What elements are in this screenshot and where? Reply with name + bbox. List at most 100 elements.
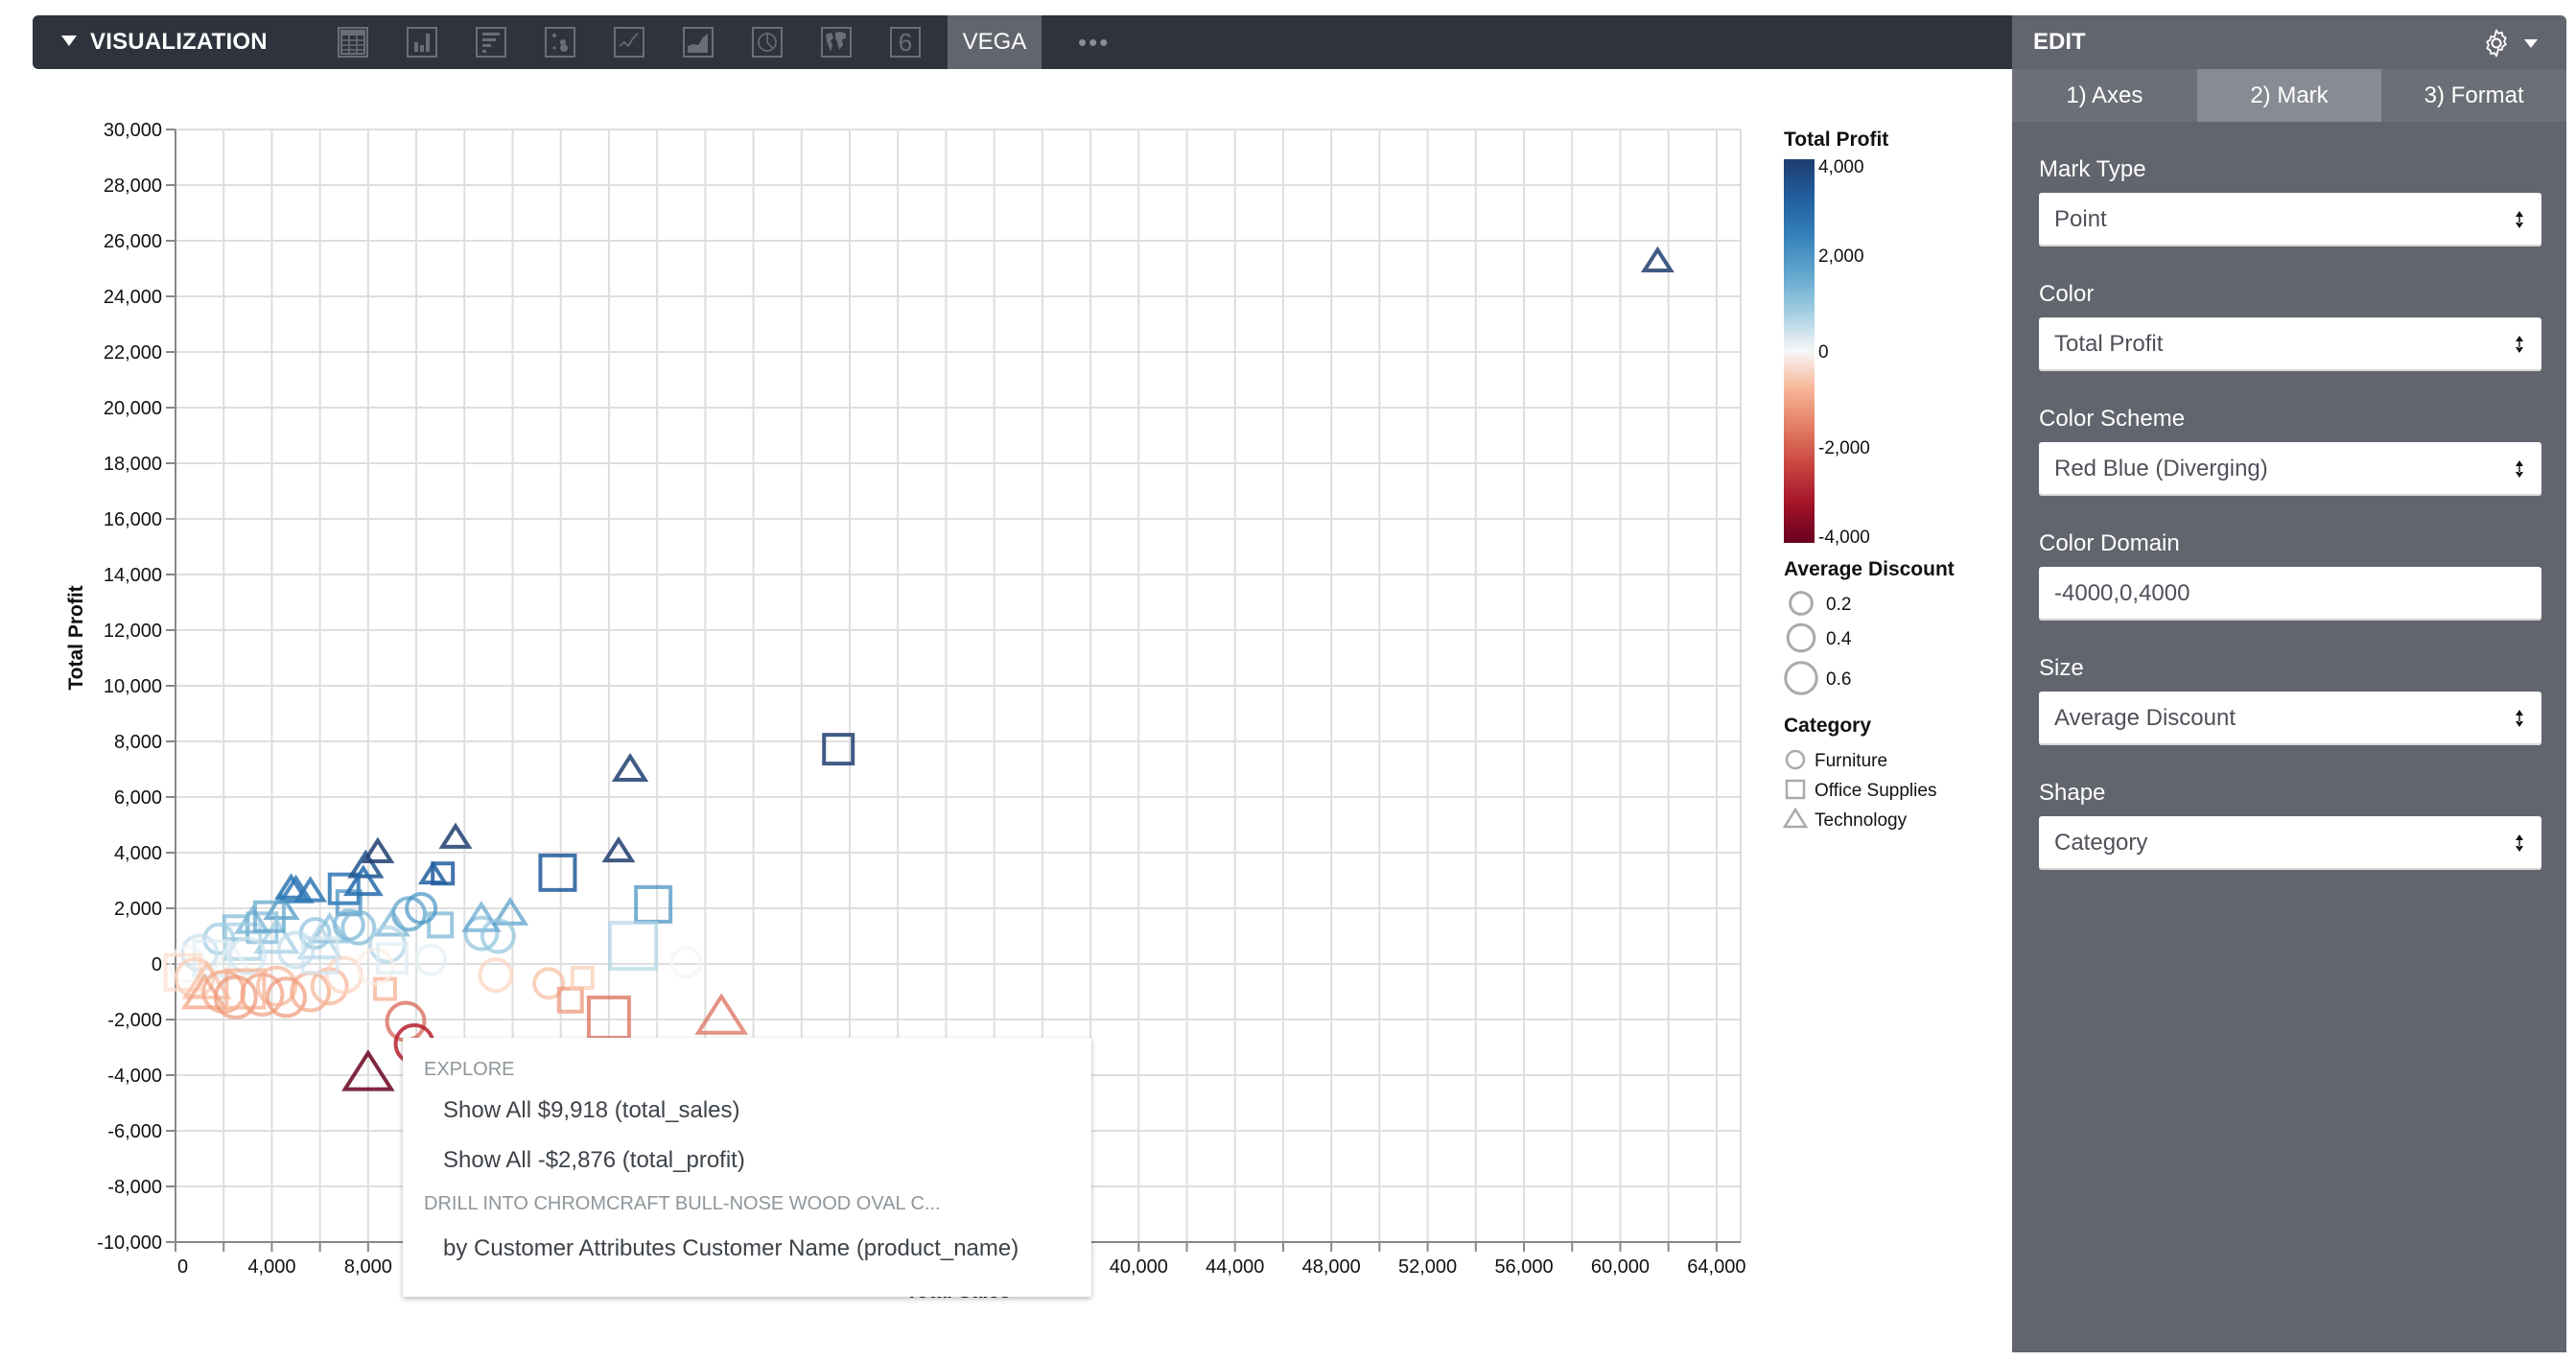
color-legend-title: Total Profit [1784,129,1888,151]
tab-vega[interactable]: VEGA [948,15,1042,69]
bar-chart-icon[interactable] [476,27,506,58]
color-domain-label: Color Domain [2039,530,2180,556]
x-tick-label: 64,000 [1687,1256,1745,1278]
shape-legend-label: Office Supplies [1815,781,1936,801]
size-legend-label: 0.4 [1826,629,1852,649]
data-point [538,853,577,892]
visualization-toolbar: VISUALIZATION 6 VEGA ••• [33,15,2012,69]
visualization-title: VISUALIZATION [90,29,268,55]
panel-title: EDIT [2033,29,2086,55]
area-chart-icon[interactable] [683,27,714,58]
mark-type-label: Mark Type [2039,156,2146,182]
color-scheme-select[interactable]: Red Blue (Diverging) [2039,442,2541,496]
data-point [385,1000,427,1043]
y-tick-label: 18,000 [104,454,162,475]
select-arrows-icon [2516,336,2523,353]
x-tick-label: 40,000 [1110,1256,1168,1278]
x-tick-label: 56,000 [1494,1256,1553,1278]
menu-item-drill-customer-name[interactable]: by Customer Attributes Customer Name (pr… [443,1235,1019,1262]
size-legend-label: 0.6 [1826,669,1851,690]
edit-panel: EDIT 1) Axes 2) Mark 3) Format Mark Type… [2012,15,2566,1352]
size-legend-label: 0.2 [1826,595,1851,615]
mark-type-select[interactable]: Point [2039,193,2541,246]
pie-chart-icon[interactable] [752,27,783,58]
select-arrows-icon [2516,460,2523,478]
size-legend-title: Average Discount [1784,558,1955,580]
y-tick-label: 8,000 [114,732,162,753]
color-field: Color Total Profit [2012,279,2566,371]
y-tick-label: 12,000 [104,621,162,642]
size-select[interactable]: Average Discount [2039,692,2541,745]
technology-triangle-icon [1782,807,1809,829]
x-tick-label: 52,000 [1398,1256,1457,1278]
data-point [570,966,595,990]
y-tick-label: 20,000 [104,398,162,419]
color-scheme-field: Color Scheme Red Blue (Diverging) [2012,404,2566,496]
table-icon[interactable] [338,27,368,58]
data-point [327,872,361,905]
data-point [265,976,307,1019]
menu-item-show-all-total-profit[interactable]: Show All -$2,876 (total_profit) [443,1147,745,1174]
y-tick-label: 0 [152,954,162,975]
y-tick-label: 6,000 [114,787,162,809]
y-tick-label: -6,000 [107,1121,162,1142]
color-legend-label: -4,000 [1818,528,1870,548]
collapse-caret-icon [61,35,77,46]
y-axis-title: Total Profit [65,585,87,690]
y-tick-label: -10,000 [97,1232,162,1254]
color-select[interactable]: Total Profit [2039,317,2541,371]
select-arrows-icon [2516,211,2523,228]
color-domain-field: Color Domain -4000,0,4000 [2012,528,2566,621]
single-value-icon[interactable]: 6 [890,27,921,58]
visualization-toggle[interactable]: VISUALIZATION [61,15,268,69]
x-tick-label: 60,000 [1591,1256,1650,1278]
tab-mark[interactable]: 2) Mark [2196,69,2382,122]
furniture-circle-icon [1785,749,1806,770]
explore-header: EXPLORE [424,1059,515,1080]
menu-item-show-all-total-sales[interactable]: Show All $9,918 (total_sales) [443,1097,740,1124]
gear-icon[interactable] [2480,27,2513,59]
color-label: Color [2039,281,2095,307]
size-field: Size Average Discount [2012,653,2566,745]
line-chart-icon[interactable] [614,27,644,58]
color-legend-label: -2,000 [1818,438,1870,458]
data-point [822,733,855,766]
x-tick-label: 0 [177,1256,188,1278]
color-gradient-bar [1784,159,1815,543]
select-arrows-icon [2516,834,2523,852]
data-point [611,752,649,782]
y-tick-label: 2,000 [114,899,162,920]
y-tick-label: -8,000 [107,1177,162,1198]
column-chart-icon[interactable] [407,27,437,58]
shape-legend-label: Technology [1815,810,1908,831]
data-point [414,943,448,976]
color-legend-label: 0 [1818,342,1829,363]
scatter-icon[interactable] [545,27,575,58]
color-legend-label: 2,000 [1818,246,1864,267]
size-legend-symbol [1789,591,1814,616]
y-tick-label: 10,000 [104,676,162,697]
shape-legend-title: Category [1784,715,1871,737]
color-domain-input[interactable]: -4000,0,4000 [2039,567,2541,621]
y-tick-label: -2,000 [107,1010,162,1031]
data-point [373,907,411,937]
drill-header: DRILL INTO CHROMCRAFT BULL-NOSE WOOD OVA… [424,1193,941,1214]
tab-axes[interactable]: 1) Axes [2012,69,2197,122]
shape-select[interactable]: Category [2039,816,2541,870]
office-supplies-square-icon [1785,779,1806,800]
data-point [290,971,332,1013]
tab-format[interactable]: 3) Format [2381,69,2566,122]
x-tick-label: 4,000 [247,1256,295,1278]
map-icon[interactable] [821,27,852,58]
x-tick-label: 44,000 [1206,1256,1264,1278]
data-point [1640,246,1674,273]
color-scheme-label: Color Scheme [2039,406,2186,432]
y-tick-label: 14,000 [104,565,162,586]
more-options-button[interactable]: ••• [1078,15,1110,69]
gear-dropdown-caret-icon[interactable] [2524,39,2538,48]
select-arrows-icon [2516,710,2523,727]
x-tick-label: 8,000 [344,1256,392,1278]
y-tick-label: 24,000 [104,287,162,308]
legend: Total Profit 4,000 2,000 0 -2,000 -4,000 Avera… [1782,129,1955,831]
data-point [634,884,673,924]
